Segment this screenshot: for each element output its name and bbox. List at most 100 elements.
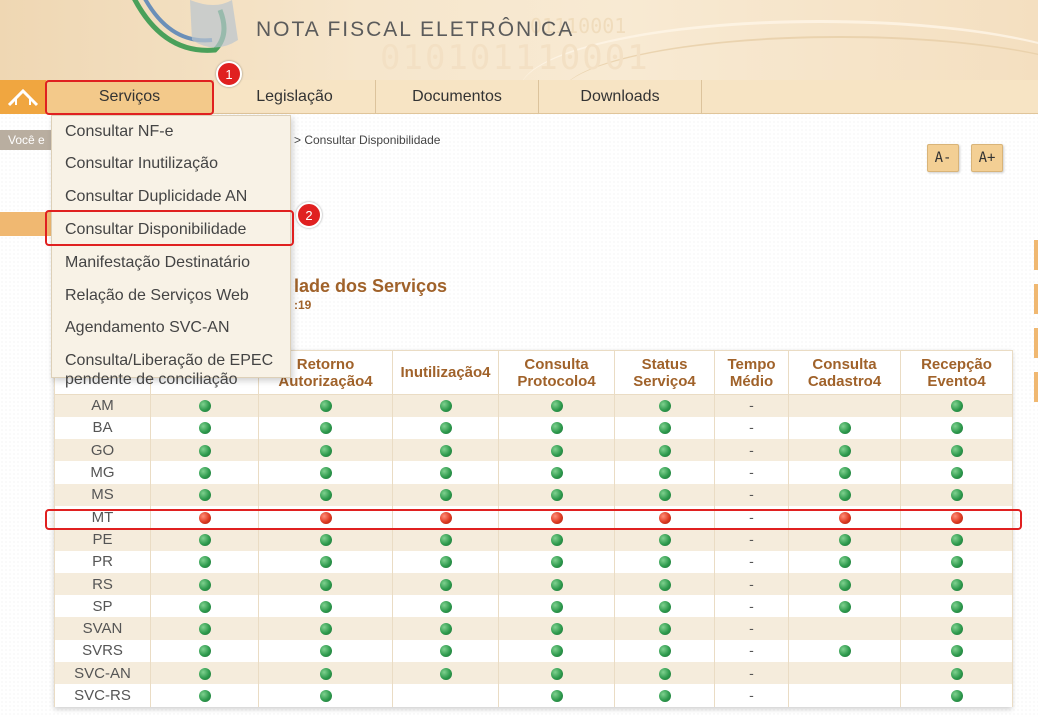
status-green-icon xyxy=(319,400,332,413)
status-cell xyxy=(498,439,615,462)
state-cell: PR xyxy=(54,550,151,573)
status-green-icon xyxy=(439,645,452,658)
status-green-icon xyxy=(950,623,963,636)
status-green-icon xyxy=(950,467,963,480)
status-green-icon xyxy=(198,489,211,502)
status-cell: - xyxy=(714,394,789,417)
status-green-icon xyxy=(950,690,963,703)
status-green-icon xyxy=(550,600,563,613)
page-subtitle: :19 xyxy=(294,298,312,312)
status-cell xyxy=(150,394,259,417)
status-cell xyxy=(392,662,499,685)
status-green-icon xyxy=(950,400,963,413)
empty-value: - xyxy=(749,597,754,614)
status-cell: - xyxy=(714,572,789,596)
status-green-icon xyxy=(838,600,851,613)
status-cell xyxy=(614,639,715,663)
status-green-icon xyxy=(550,556,563,569)
status-green-icon xyxy=(838,422,851,435)
state-cell: PE xyxy=(54,528,151,551)
status-cell xyxy=(614,483,715,506)
table-row: AM - xyxy=(54,394,1013,417)
nav-documentos[interactable]: Documentos xyxy=(376,80,539,114)
menu-item-agendamento-svc-an[interactable]: Agendamento SVC-AN xyxy=(52,318,292,337)
home-button[interactable] xyxy=(0,80,46,114)
nav-legislacao[interactable]: Legislação xyxy=(214,80,376,114)
state-cell: SVC-RS xyxy=(54,684,151,707)
menu-item-consultar-inutilizacao[interactable]: Consultar Inutilização xyxy=(52,154,292,173)
menu-item-consulta-liberacao-epec[interactable]: Consulta/Liberação de EPEC pendente de c… xyxy=(52,351,292,389)
step-badge-2: 2 xyxy=(296,202,322,228)
status-cell xyxy=(150,617,259,640)
status-green-icon xyxy=(319,690,332,703)
status-cell xyxy=(392,439,499,462)
status-green-icon xyxy=(550,400,563,413)
status-cell: - xyxy=(714,684,789,707)
status-green-icon xyxy=(838,444,851,457)
status-cell xyxy=(150,595,259,618)
status-green-icon xyxy=(198,645,211,658)
status-cell: - xyxy=(714,416,789,440)
status-cell: - xyxy=(714,461,789,484)
status-green-icon xyxy=(550,533,563,546)
status-green-icon xyxy=(950,600,963,613)
status-cell xyxy=(614,595,715,618)
status-cell xyxy=(900,617,1013,640)
status-cell xyxy=(900,595,1013,618)
table-row: PR - xyxy=(54,550,1013,573)
right-edge-marker xyxy=(1034,328,1038,358)
status-cell xyxy=(392,461,499,484)
state-cell: GO xyxy=(54,439,151,462)
table-row: SVC-AN - xyxy=(54,662,1013,685)
status-green-icon xyxy=(319,645,332,658)
nav-downloads-label: Downloads xyxy=(580,88,660,105)
state-cell: SVRS xyxy=(54,639,151,663)
font-increase-button[interactable]: A+ xyxy=(971,144,1003,172)
column-header: Consulta Protocolo4 xyxy=(498,350,615,395)
status-cell xyxy=(150,439,259,462)
status-green-icon xyxy=(658,578,671,591)
status-cell xyxy=(258,394,393,417)
status-cell xyxy=(150,416,259,440)
status-cell: - xyxy=(714,639,789,663)
status-cell xyxy=(258,684,393,707)
status-cell xyxy=(788,461,901,484)
menu-item-consultar-duplicidade[interactable]: Consultar Duplicidade AN xyxy=(52,187,292,206)
menu-item-epec-line2: pendente de conciliação xyxy=(65,371,238,388)
nav-downloads[interactable]: Downloads xyxy=(539,80,702,114)
status-cell xyxy=(150,550,259,573)
status-cell xyxy=(498,416,615,440)
status-green-icon xyxy=(550,690,563,703)
menu-item-consultar-nfe[interactable]: Consultar NF-e xyxy=(52,122,292,141)
status-green-icon xyxy=(658,533,671,546)
status-green-icon xyxy=(319,556,332,569)
status-cell xyxy=(258,595,393,618)
font-decrease-button[interactable]: A- xyxy=(927,144,959,172)
servicos-dropdown-menu: Consultar NF-e Consultar Inutilização Co… xyxy=(51,115,292,388)
status-cell xyxy=(498,394,615,417)
state-cell: RS xyxy=(54,572,151,596)
right-edge-marker xyxy=(1034,372,1038,402)
status-green-icon xyxy=(439,400,452,413)
menu-item-manifestacao-destinatario[interactable]: Manifestação Destinatário xyxy=(52,253,292,272)
status-cell xyxy=(258,617,393,640)
you-are-here-label: Você e xyxy=(0,130,52,150)
status-cell xyxy=(498,662,615,685)
status-cell xyxy=(258,483,393,506)
status-cell xyxy=(788,639,901,663)
status-green-icon xyxy=(950,667,963,680)
status-green-icon xyxy=(198,600,211,613)
empty-value: - xyxy=(749,464,754,481)
empty-value: - xyxy=(749,642,754,659)
status-green-icon xyxy=(658,645,671,658)
menu-item-relacao-servicos-web[interactable]: Relação de Serviços Web xyxy=(52,286,292,305)
status-green-icon xyxy=(550,489,563,502)
status-cell xyxy=(498,550,615,573)
status-green-icon xyxy=(198,444,211,457)
status-green-icon xyxy=(550,444,563,457)
empty-value: - xyxy=(749,486,754,503)
column-header: Consulta Cadastro4 xyxy=(788,350,901,395)
status-cell xyxy=(900,461,1013,484)
menu-item-epec-line1: Consulta/Liberação de EPEC xyxy=(65,352,274,369)
status-cell xyxy=(788,684,901,707)
